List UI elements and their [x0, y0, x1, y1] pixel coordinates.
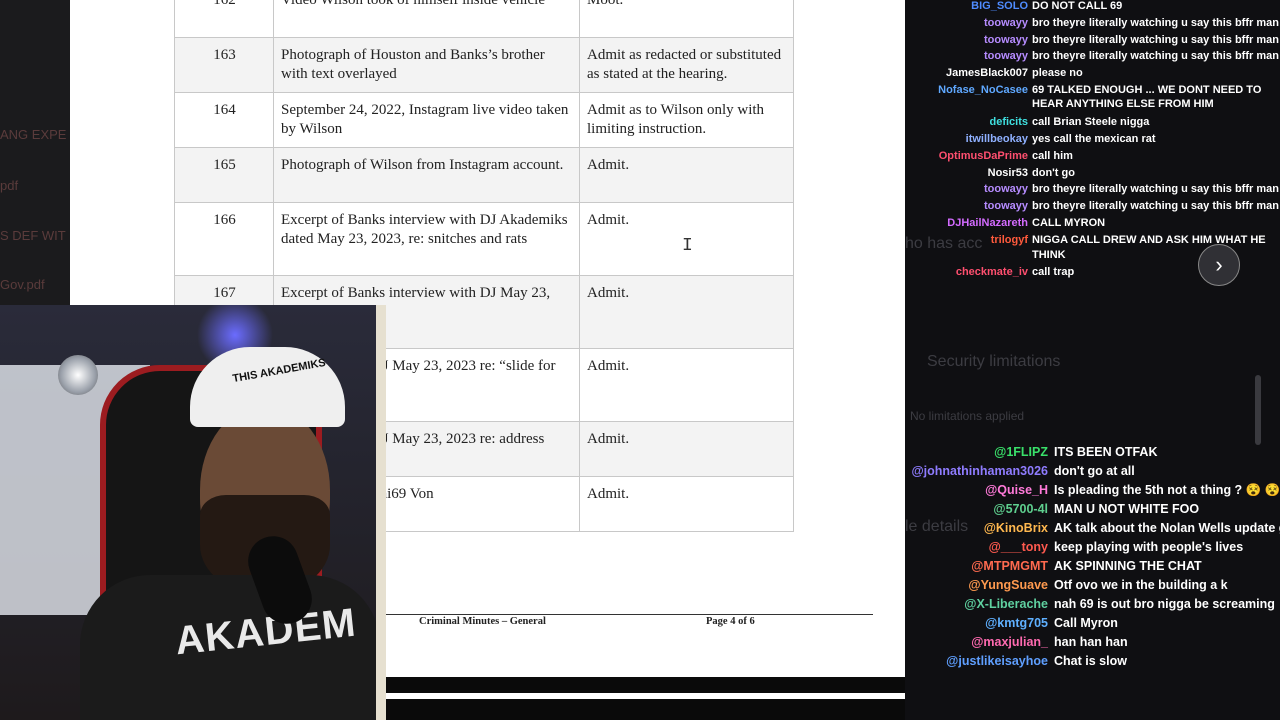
footer-divider [386, 614, 873, 615]
chat-username[interactable]: toowayy [984, 17, 1028, 29]
exhibit-number: 166 [174, 202, 274, 276]
chat-text: nah 69 is out bro nigga be screaming [1054, 597, 1275, 611]
file-fragment: ANG EXPE [0, 127, 67, 142]
table-row: 165 Photograph of Wilson from Instagram a… [174, 147, 794, 203]
disco-ball-icon [58, 355, 98, 395]
chat-text: bro theyre literally watching u say this… [1032, 200, 1279, 212]
exhibit-ruling: Admit. [579, 348, 794, 422]
chat-text: CALL MYRON [1032, 217, 1106, 229]
exhibit-description: Photograph of Houston and Banks’s brothe… [273, 37, 580, 93]
chat-text: don't go [1032, 167, 1075, 179]
chat-username[interactable]: Nosir53 [988, 167, 1028, 179]
chat-username[interactable]: JamesBlack007 [946, 67, 1028, 79]
chat-username[interactable]: BIG_SOLO [971, 0, 1028, 12]
chat-text: bro theyre literally watching u say this… [1032, 34, 1279, 46]
exhibit-ruling: Admit. [579, 421, 794, 477]
chat-text: Chat is slow [1054, 654, 1127, 668]
chat-text: 69 TALKED ENOUGH ... WE DONT NEED TO [1032, 84, 1262, 96]
chat-username[interactable]: OptimusDaPrime [939, 150, 1028, 162]
chat-username[interactable]: trilogyf [991, 234, 1028, 246]
chat-username[interactable]: toowayy [984, 183, 1028, 195]
chat-text: bro theyre literally watching u say this… [1032, 50, 1279, 62]
table-row: 166 Excerpt of Banks interview with DJ Ak… [174, 202, 794, 276]
chat-text: bro theyre literally watching u say this… [1032, 183, 1279, 195]
chat-text: han han han [1054, 635, 1128, 649]
table-row: 163 Photograph of Houston and Banks’s bro… [174, 37, 794, 93]
exhibit-description: September 24, 2022, Instagram live video… [273, 92, 580, 148]
chat-username[interactable]: @Quise_H [985, 483, 1048, 497]
exhibit-ruling: Admit as to Wilson only with limiting in… [579, 92, 794, 148]
chat-username[interactable]: DJHailNazareth [947, 217, 1028, 229]
webcam-frame-edge [376, 305, 386, 720]
chat-username[interactable]: @justlikeisayhoe [946, 654, 1048, 668]
table-row: 164 September 24, 2022, Instagram live vi… [174, 92, 794, 148]
chat-username[interactable]: @X-Liberache [964, 597, 1048, 611]
text-cursor-icon: I [682, 236, 693, 256]
chat-username[interactable]: deficits [989, 116, 1028, 128]
chat-text: NIGGA CALL DREW AND ASK HIM WHAT HE [1032, 234, 1266, 246]
exhibit-number: 162 [174, 0, 274, 38]
chat-text: Call Myron [1054, 616, 1118, 630]
chat-text: MAN U NOT WHITE FOO [1054, 502, 1200, 516]
chat-username[interactable]: toowayy [984, 200, 1028, 212]
chat-username[interactable]: @___tony [989, 540, 1048, 554]
chat-username[interactable]: @MTPMGMT [971, 559, 1048, 573]
footer-title: Criminal Minutes – General [419, 616, 546, 627]
page-number: Page 4 of 6 [706, 616, 755, 627]
chat-username[interactable]: checkmate_iv [956, 266, 1028, 278]
chat-username[interactable]: @kmtg705 [985, 616, 1048, 630]
exhibit-ruling: Admit. [579, 275, 794, 349]
chat-username[interactable]: @johnathinhaman3026 [911, 464, 1048, 478]
webcam-overlay: THIS AKADEMIKS AKADEM [0, 305, 386, 720]
chat-text: ITS BEEN OTFAK [1054, 445, 1158, 459]
exhibit-ruling: Admit. [579, 476, 794, 532]
exhibit-number: 163 [174, 37, 274, 93]
exhibit-number: 165 [174, 147, 274, 203]
exhibit-number: 164 [174, 92, 274, 148]
exhibit-description: Video Wilson took of himself inside vehi… [273, 0, 580, 38]
chat-username[interactable]: @KinoBrix [984, 521, 1048, 535]
file-fragment: pdf [0, 178, 19, 193]
chat-text: Is pleading the 5th not a thing ? 😵 😵 [1054, 483, 1280, 497]
exhibit-description: Excerpt of Banks interview with DJ Akade… [273, 202, 580, 276]
chat-scrollbar[interactable] [1255, 375, 1261, 445]
chat-username[interactable]: @5700-4l [993, 502, 1048, 516]
chat-text: keep playing with people's lives [1054, 540, 1244, 554]
ghost-heading: Security limitations [927, 353, 1061, 370]
chat-username[interactable]: @maxjulian_ [971, 635, 1048, 649]
chat-text: THINK [1032, 249, 1066, 261]
exhibit-ruling: Admit as redacted or substituted as stat… [579, 37, 794, 93]
exhibit-ruling: Moot. [579, 0, 794, 38]
chat-text: bro theyre literally watching u say this… [1032, 17, 1279, 29]
chat-username[interactable]: @YungSuave [968, 578, 1048, 592]
chevron-right-icon[interactable]: › [1198, 244, 1240, 286]
chat-text: call trap [1032, 266, 1075, 278]
ghost-text: No limitations applied [910, 409, 1025, 423]
chat-text: yes call the mexican rat [1032, 133, 1156, 145]
chat-text: call Brian Steele nigga [1032, 116, 1150, 128]
chat-text: DO NOT CALL 69 [1032, 0, 1123, 12]
chat-text: don't go at all [1054, 464, 1135, 478]
file-fragment: Gov.pdf [0, 277, 45, 292]
next-page-edge [386, 693, 905, 699]
chat-panel[interactable]: ho has acc Security limitations No limit… [905, 0, 1280, 720]
chat-username[interactable]: itwillbeokay [966, 133, 1028, 145]
chat-text: HEAR ANYTHING ELSE FROM HIM [1032, 98, 1214, 110]
chat-text: call him [1032, 150, 1073, 162]
chat-username[interactable]: toowayy [984, 34, 1028, 46]
chat-text: Otf ovo we in the building a k [1054, 578, 1228, 592]
chat-text: please no [1032, 67, 1083, 79]
chat-username[interactable]: toowayy [984, 50, 1028, 62]
exhibit-ruling: Admit. [579, 147, 794, 203]
chat-username[interactable]: @1FLIPZ [994, 445, 1048, 459]
ghost-heading: le details [905, 518, 969, 535]
file-fragment: S DEF WIT [0, 228, 66, 243]
chat-text: AK talk about the Nolan Wells update gan… [1054, 521, 1280, 535]
table-row: 162 Video Wilson took of himself inside v… [174, 0, 794, 38]
exhibit-description: Photograph of Wilson from Instagram acco… [273, 147, 580, 203]
chat-text: AK SPINNING THE CHAT [1054, 559, 1202, 573]
chat-username[interactable]: Nofase_NoCasee [938, 84, 1028, 96]
ghost-heading: ho has acc [905, 235, 983, 252]
